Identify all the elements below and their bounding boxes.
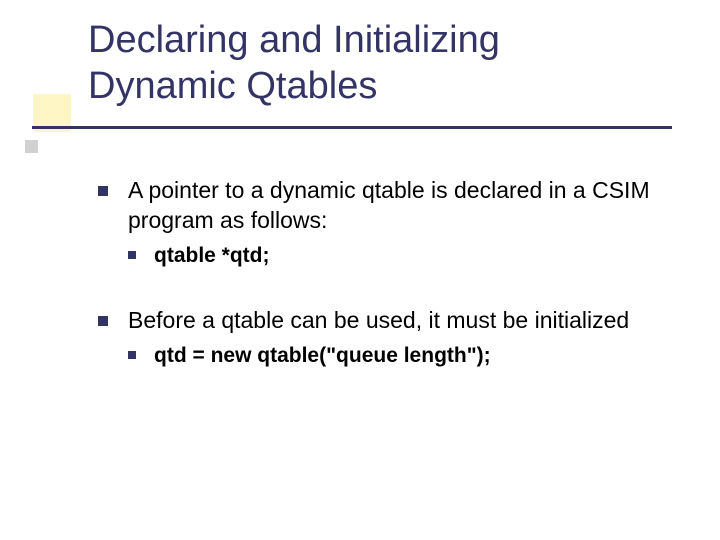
bullet-2: Before a qtable can be used, it must be … — [98, 306, 678, 336]
title-block: Declaring and Initializing Dynamic Qtabl… — [88, 18, 500, 109]
bullet-2-text: Before a qtable can be used, it must be … — [128, 307, 629, 333]
decoration-square-small — [25, 140, 38, 153]
slide-title-line1: Declaring and Initializing — [88, 18, 500, 64]
bullet-2-sub: qtd = new qtable("queue length"); — [128, 342, 678, 370]
bullet-1-sub: qtable *qtd; — [128, 242, 678, 270]
bullet-1-text: A pointer to a dynamic qtable is declare… — [128, 177, 650, 233]
spacer — [98, 270, 678, 306]
bullet-1: A pointer to a dynamic qtable is declare… — [98, 176, 678, 236]
title-underline — [32, 126, 672, 129]
slide-title-line2: Dynamic Qtables — [88, 64, 500, 110]
bullet-2-sub-text: qtd = new qtable("queue length"); — [154, 344, 491, 367]
bullet-1-sub-text: qtable *qtd; — [154, 244, 270, 267]
slide: Declaring and Initializing Dynamic Qtabl… — [0, 0, 720, 540]
content-area: A pointer to a dynamic qtable is declare… — [98, 176, 678, 370]
